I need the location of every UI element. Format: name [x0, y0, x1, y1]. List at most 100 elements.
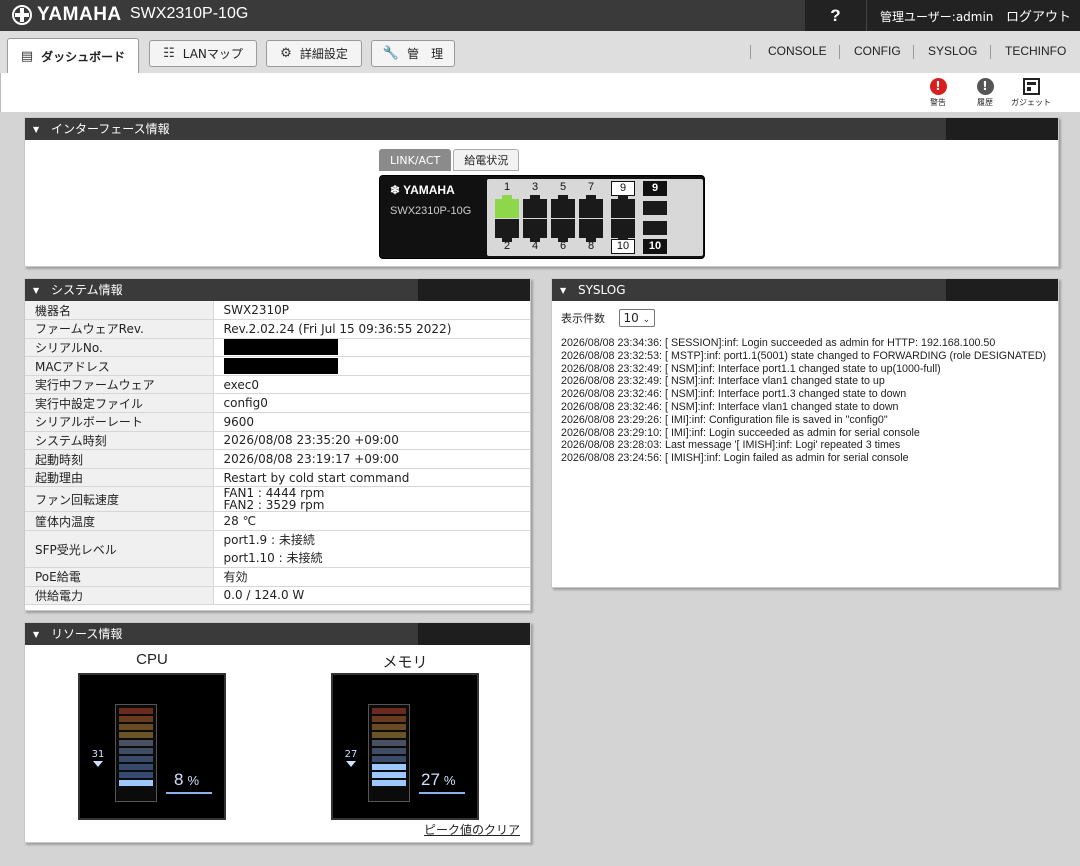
- yamaha-tuning-fork-icon: [12, 5, 32, 25]
- lan-map-icon: ☷: [163, 46, 175, 61]
- level-bar-segment: [119, 740, 153, 746]
- system-info-key: シリアルボーレート: [25, 412, 214, 432]
- port-number: 3: [531, 181, 539, 193]
- system-info-value: 2026/08/08 23:19:17 +09:00: [213, 449, 530, 469]
- gadget-label: ガジェット: [1011, 98, 1051, 107]
- brand-name: YAMAHA: [37, 4, 122, 25]
- system-panel-header[interactable]: ▼ システム情報: [25, 279, 530, 301]
- port-9-sfp[interactable]: [643, 201, 667, 215]
- tab-power-status[interactable]: 給電状況: [453, 149, 520, 171]
- config-link[interactable]: CONFIG: [854, 44, 901, 58]
- tab-management[interactable]: 🔧 管 理: [371, 40, 455, 67]
- port-number-sfp: 10: [643, 239, 667, 254]
- main-tab-bar: ▤ ダッシュボード ☷ LANマップ ⚙ 詳細設定 🔧 管 理 CONSOLE …: [0, 31, 1080, 73]
- collapse-icon: ▼: [560, 286, 567, 295]
- system-info-key: ファン回転速度: [25, 486, 214, 513]
- syslog-panel-header[interactable]: ▼ SYSLOG: [552, 279, 1058, 301]
- system-info-key: シリアルNo.: [25, 338, 214, 358]
- port-9-rj45[interactable]: [611, 195, 635, 218]
- panel-title: システム情報: [50, 283, 123, 297]
- system-info-value: 2026/08/08 23:35:20 +09:00: [213, 431, 530, 451]
- switch-brand: ❄ YAMAHA: [390, 183, 455, 197]
- system-info-row: ファン回転速度 FAN1 : 4444 rpm FAN2 : 3529 rpm: [25, 486, 530, 513]
- warning-button[interactable]: ! 警告: [926, 78, 950, 108]
- console-link[interactable]: CONSOLE: [768, 44, 827, 58]
- level-bar-segment: [119, 780, 153, 786]
- syslog-panel: ▼ SYSLOG 表示件数 10 ⌄ 2026/08/08 23:34:36: …: [551, 278, 1059, 588]
- system-info-value: [213, 356, 530, 376]
- level-bar-segment: [119, 708, 153, 714]
- level-bar-segment: [372, 732, 406, 738]
- syslog-link[interactable]: SYSLOG: [928, 44, 977, 58]
- system-info-key: 実行中ファームウェア: [25, 375, 214, 395]
- tab-label: 管 理: [407, 47, 444, 61]
- count-label: 表示件数: [561, 312, 605, 325]
- tab-advanced-settings[interactable]: ⚙ 詳細設定: [266, 40, 362, 67]
- interface-view-tabs: LINK/ACT 給電状況: [379, 149, 521, 171]
- help-button[interactable]: ?: [805, 0, 867, 31]
- logout-link[interactable]: ログアウト: [1006, 6, 1071, 25]
- system-info-row: 起動時刻 2026/08/08 23:19:17 +09:00: [25, 449, 530, 469]
- tab-lan-map[interactable]: ☷ LANマップ: [149, 40, 257, 67]
- system-info-row: 起動理由 Restart by cold start command: [25, 468, 530, 488]
- port-10-rj45[interactable]: [611, 219, 635, 242]
- system-info-key: MACアドレス: [25, 356, 214, 376]
- chevron-down-icon: ⌄: [642, 315, 651, 325]
- memory-peak-indicator: 27: [344, 749, 358, 767]
- port-5[interactable]: [551, 195, 575, 218]
- tab-link-act[interactable]: LINK/ACT: [379, 149, 452, 171]
- system-info-value: config0: [213, 393, 530, 414]
- port-4[interactable]: [523, 219, 547, 242]
- link-separator: [913, 45, 914, 59]
- gadget-toolbar: ! 警告 ! 履歴 ガジェット: [0, 73, 1080, 112]
- tab-label: ダッシュボード: [41, 49, 126, 64]
- level-bar-segment: [372, 780, 406, 786]
- techinfo-link[interactable]: TECHINFO: [1005, 44, 1066, 58]
- system-info-key: 供給電力: [25, 586, 214, 606]
- port-7[interactable]: [579, 195, 603, 218]
- history-button[interactable]: ! 履歴: [973, 78, 997, 108]
- system-info-value-line: FAN2 : 3529 rpm: [223, 498, 325, 513]
- port-number-sfp: 10: [611, 239, 635, 254]
- level-bar-segment: [119, 756, 153, 762]
- syslog-entry: 2026/08/08 23:32:53: [ MSTP]:inf: port1.…: [561, 349, 1047, 362]
- port-number: 6: [559, 240, 567, 252]
- syslog-list: 2026/08/08 23:34:36: [ SESSION]:inf: Log…: [561, 337, 1054, 465]
- panel-title: インターフェース情報: [50, 122, 170, 136]
- port-3[interactable]: [523, 195, 547, 218]
- port-number: 4: [531, 240, 539, 252]
- port-6[interactable]: [551, 219, 575, 242]
- system-info-value: 28 ℃: [213, 511, 530, 532]
- panel-title: リソース情報: [50, 627, 123, 641]
- port-10-sfp[interactable]: [643, 221, 667, 235]
- count-select[interactable]: 10 ⌄: [618, 309, 656, 327]
- cpu-level-bars: [115, 704, 157, 802]
- cpu-gauge: 31 8%: [78, 673, 226, 820]
- gadget-button[interactable]: ガジェット: [1006, 78, 1056, 108]
- system-info-row: SFP受光レベル port1.9 : 未接続 port1.10 : 未接続: [25, 530, 530, 569]
- tab-dashboard[interactable]: ▤ ダッシュボード: [7, 38, 139, 73]
- history-label: 履歴: [977, 98, 993, 107]
- system-info-value-line: port1.9 : 未接続: [223, 533, 315, 548]
- system-info-key: システム時刻: [25, 431, 214, 451]
- level-bar-segment: [372, 772, 406, 778]
- port-8[interactable]: [579, 219, 603, 242]
- peak-arrow-icon: [346, 761, 356, 767]
- user-label: 管理ユーザー:: [880, 10, 956, 24]
- system-info-key: 筐体内温度: [25, 511, 214, 532]
- memory-value: 27%: [421, 770, 456, 789]
- syslog-entry: 2026/08/08 23:32:49: [ NSM]:inf: Interfa…: [561, 375, 885, 388]
- port-2[interactable]: [495, 219, 519, 242]
- collapse-icon: ▼: [33, 630, 40, 639]
- port-1[interactable]: [495, 195, 519, 218]
- system-info-row: ファームウェアRev. Rev.2.02.24 (Fri Jul 15 09:36…: [25, 319, 530, 339]
- clear-peak-link[interactable]: ピーク値のクリア: [424, 821, 520, 838]
- warning-label: 警告: [930, 98, 946, 107]
- cpu-gauge-title: CPU: [136, 651, 168, 668]
- gadget-icon: [1022, 78, 1040, 95]
- system-info-row: PoE給電 有効: [25, 567, 530, 587]
- port-number: 8: [587, 240, 595, 252]
- level-bar-segment: [372, 724, 406, 730]
- interface-panel-header[interactable]: ▼ インターフェース情報: [25, 118, 1058, 140]
- resource-panel-header[interactable]: ▼ リソース情報: [25, 623, 530, 645]
